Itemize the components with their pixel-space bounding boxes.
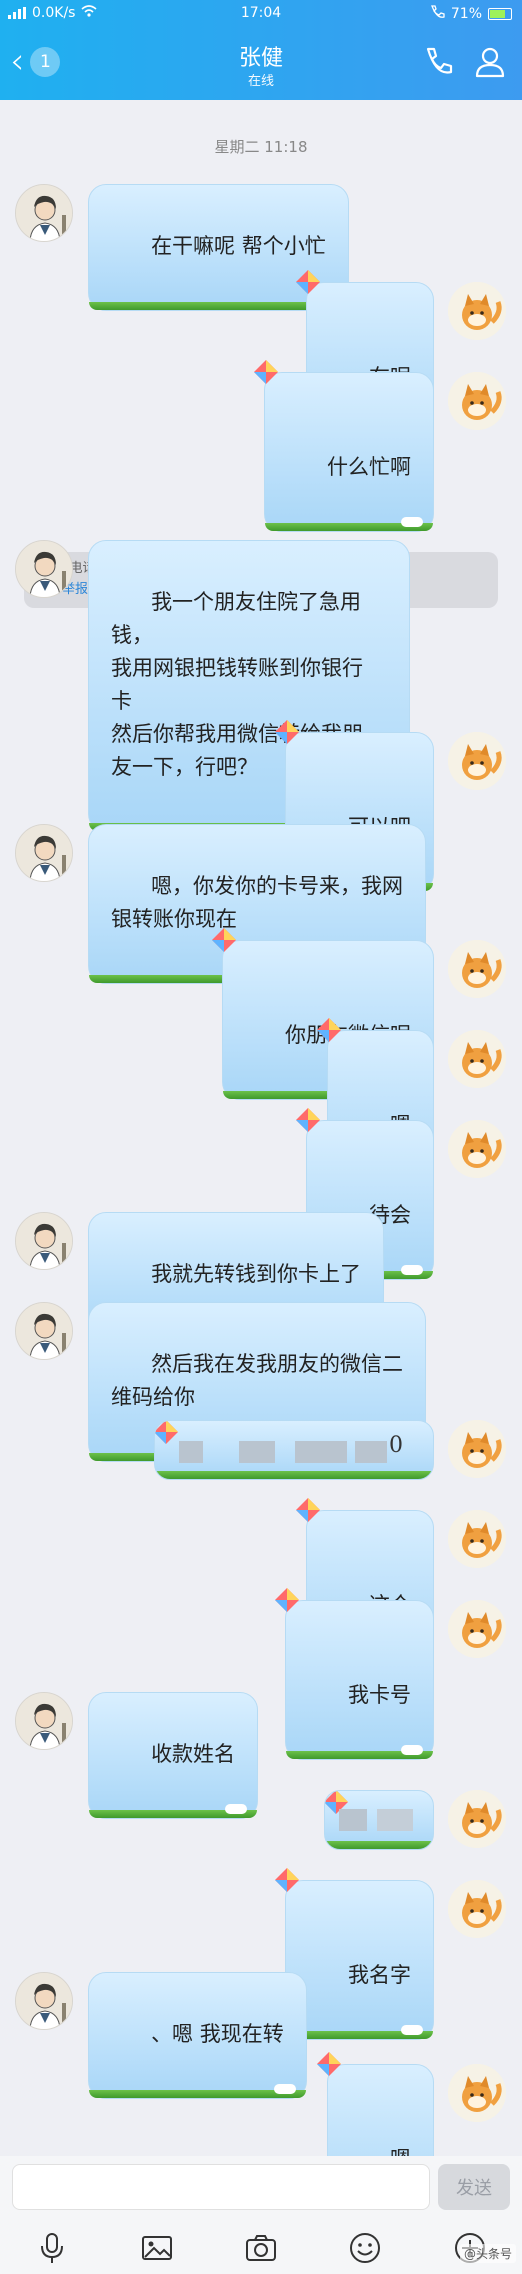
self-avatar[interactable] xyxy=(448,732,506,790)
kite-icon xyxy=(253,359,279,385)
message-text: 我名字 xyxy=(348,1963,411,1987)
kite-icon xyxy=(274,1867,300,1893)
self-avatar[interactable] xyxy=(448,2064,506,2122)
friend-avatar[interactable] xyxy=(15,540,73,598)
message-text: 、嗯 我现在转 xyxy=(151,2022,284,2046)
friend-avatar[interactable] xyxy=(15,1302,73,1360)
kite-icon xyxy=(274,1587,300,1613)
message-bubble[interactable]: 我名字 xyxy=(285,1880,434,2040)
input-toolbar xyxy=(0,2218,522,2274)
friend-avatar[interactable] xyxy=(15,184,73,242)
self-avatar[interactable] xyxy=(448,1030,506,1088)
send-button[interactable]: 发送 xyxy=(438,2164,510,2210)
message-bubble[interactable]: 、嗯 我现在转 xyxy=(88,1972,307,2099)
message-bubble[interactable]: 我卡号 xyxy=(285,1600,434,1760)
blur-mask xyxy=(179,1441,203,1463)
battery-percent: 71% xyxy=(450,6,482,22)
chat-header: 0.0K/s 17:04 71% ‹ 1 张健 在线 xyxy=(0,0,522,100)
self-avatar[interactable] xyxy=(448,1880,506,1938)
kite-icon xyxy=(316,2051,342,2077)
microphone-icon[interactable] xyxy=(34,2230,70,2266)
kite-icon xyxy=(316,1017,342,1043)
blur-mask xyxy=(295,1441,347,1463)
self-avatar[interactable] xyxy=(448,1420,506,1478)
hd-call-icon xyxy=(429,5,445,23)
message-text: 嗯，你发你的卡号来，我网 银转账你现在 xyxy=(111,874,404,931)
message-input[interactable] xyxy=(12,2164,430,2210)
friend-avatar[interactable] xyxy=(15,1692,73,1750)
watermark: @头条号 xyxy=(459,2244,516,2263)
phone-call-icon[interactable] xyxy=(420,44,456,80)
message-bubble[interactable]: 收款姓名 xyxy=(88,1692,259,1819)
kite-icon xyxy=(154,1420,179,1445)
message-text: 0 xyxy=(389,1433,403,1458)
redacted-name-bubble[interactable] xyxy=(324,1790,434,1850)
message-text: 我就先转钱到你卡上了 xyxy=(151,1262,362,1286)
message-text: 什么忙啊 xyxy=(327,455,411,479)
self-avatar[interactable] xyxy=(448,940,506,998)
friend-avatar[interactable] xyxy=(15,1972,73,2030)
message-text: 在干嘛呢 帮个小忙 xyxy=(151,234,326,258)
image-icon[interactable] xyxy=(139,2230,175,2266)
self-avatar[interactable] xyxy=(448,1790,506,1848)
self-avatar[interactable] xyxy=(448,1600,506,1658)
blur-mask xyxy=(239,1441,275,1463)
self-avatar[interactable] xyxy=(448,282,506,340)
message-text: 我卡号 xyxy=(348,1683,411,1707)
kite-icon xyxy=(211,927,237,953)
contact-profile-icon[interactable] xyxy=(472,44,508,80)
friend-avatar[interactable] xyxy=(15,1212,73,1270)
message-list[interactable]: 星期二 11:18 在干嘛呢 帮个小忙 什么忙啊 我一个朋友住院了急用钱， 我用… xyxy=(0,100,522,2224)
emoji-icon[interactable] xyxy=(347,2230,383,2266)
self-avatar[interactable] xyxy=(448,1510,506,1568)
kite-icon xyxy=(274,719,300,745)
friend-avatar[interactable] xyxy=(15,824,73,882)
camera-icon[interactable] xyxy=(243,2230,279,2266)
kite-icon xyxy=(295,1497,321,1523)
input-bar: 发送 xyxy=(0,2156,522,2218)
self-avatar[interactable] xyxy=(448,1120,506,1178)
message-text: 收款姓名 xyxy=(151,1742,236,1766)
message-bubble[interactable]: 什么忙啊 xyxy=(264,372,434,532)
kite-icon xyxy=(295,269,321,295)
kite-icon xyxy=(295,1107,321,1133)
blur-mask xyxy=(339,1809,367,1831)
self-avatar[interactable] xyxy=(448,372,506,430)
status-bar: 0.0K/s 17:04 71% xyxy=(0,0,522,28)
timestamp: 星期二 11:18 xyxy=(214,138,308,156)
blur-mask xyxy=(377,1809,413,1831)
message-text: 然后我在发我朋友的微信二 维码给你 xyxy=(111,1352,404,1409)
battery-icon xyxy=(488,8,512,20)
redacted-card-number-bubble[interactable]: 0 xyxy=(154,1420,434,1480)
blur-mask xyxy=(355,1441,387,1463)
